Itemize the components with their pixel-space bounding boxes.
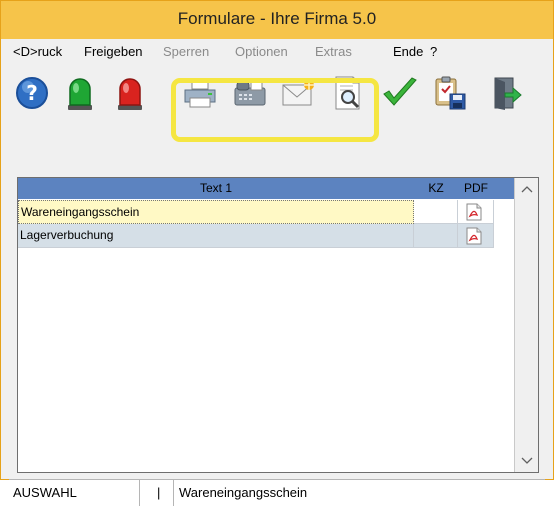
column-header-pdf[interactable]: PDF <box>458 181 494 195</box>
pdf-icon <box>466 227 482 245</box>
cell-text1[interactable]: Wareneingangsschein <box>18 200 414 224</box>
status-current-form: Wareneingangsschein <box>179 485 308 500</box>
red-light-button[interactable] <box>111 74 149 112</box>
table-row[interactable]: Lagerverbuchung <box>18 224 514 248</box>
pdf-icon <box>466 203 482 221</box>
vertical-scrollbar[interactable] <box>514 178 538 472</box>
help-icon: ? <box>16 77 48 109</box>
status-mode: AUSWAHL <box>13 485 77 500</box>
toolbar: ? <box>9 65 545 142</box>
green-light-button[interactable] <box>61 74 99 112</box>
menu-freigeben[interactable]: Freigeben <box>84 44 143 59</box>
menu-extras[interactable]: Extras <box>315 44 352 59</box>
table-header: Text 1 KZ PDF <box>18 178 514 199</box>
scroll-down-icon[interactable] <box>521 456 533 466</box>
confirm-button[interactable] <box>381 74 419 112</box>
column-header-kz[interactable]: KZ <box>414 181 458 195</box>
window-title: Formulare - Ihre Firma 5.0 <box>177 9 377 28</box>
cell-pdf[interactable] <box>458 224 494 248</box>
menu-druck[interactable]: <D>ruck <box>13 44 62 59</box>
help-button[interactable]: ? <box>13 74 51 112</box>
clipboard-save-icon <box>435 76 466 110</box>
clipboard-save-button[interactable] <box>431 74 469 112</box>
svg-text:?: ? <box>26 81 38 105</box>
checkmark-icon <box>383 77 417 106</box>
forms-table: Text 1 KZ PDF Wareneingangsschein Lagerv… <box>17 177 539 473</box>
exit-button[interactable] <box>487 74 525 112</box>
scroll-up-icon[interactable] <box>521 184 533 194</box>
menu-ende[interactable]: Ende <box>393 44 423 59</box>
cell-text1[interactable]: Lagerverbuchung <box>18 224 414 248</box>
status-bar: AUSWAHL | Wareneingangsschein <box>9 479 545 506</box>
exit-door-icon <box>494 77 522 110</box>
status-divider <box>173 480 174 506</box>
cell-pdf[interactable] <box>458 200 494 224</box>
column-header-text1[interactable]: Text 1 <box>18 181 414 195</box>
status-separator: | <box>157 485 161 500</box>
menu-sperren[interactable]: Sperren <box>163 44 209 59</box>
title-bar[interactable]: Formulare - Ihre Firma 5.0 <box>1 1 553 39</box>
toolbar-highlight <box>171 78 379 142</box>
cell-kz[interactable] <box>414 200 458 224</box>
table-row[interactable]: Wareneingangsschein <box>18 200 514 224</box>
status-divider <box>139 480 140 506</box>
green-light-icon <box>68 78 92 110</box>
cell-kz[interactable] <box>414 224 458 248</box>
menu-help[interactable]: ? <box>430 44 437 59</box>
client-area: <D>ruck Freigeben Sperren Optionen Extra… <box>9 39 545 506</box>
red-light-icon <box>118 78 142 110</box>
menu-optionen[interactable]: Optionen <box>235 44 288 59</box>
menu-bar: <D>ruck Freigeben Sperren Optionen Extra… <box>9 39 545 63</box>
app-window: Formulare - Ihre Firma 5.0 <D>ruck Freig… <box>0 0 554 506</box>
